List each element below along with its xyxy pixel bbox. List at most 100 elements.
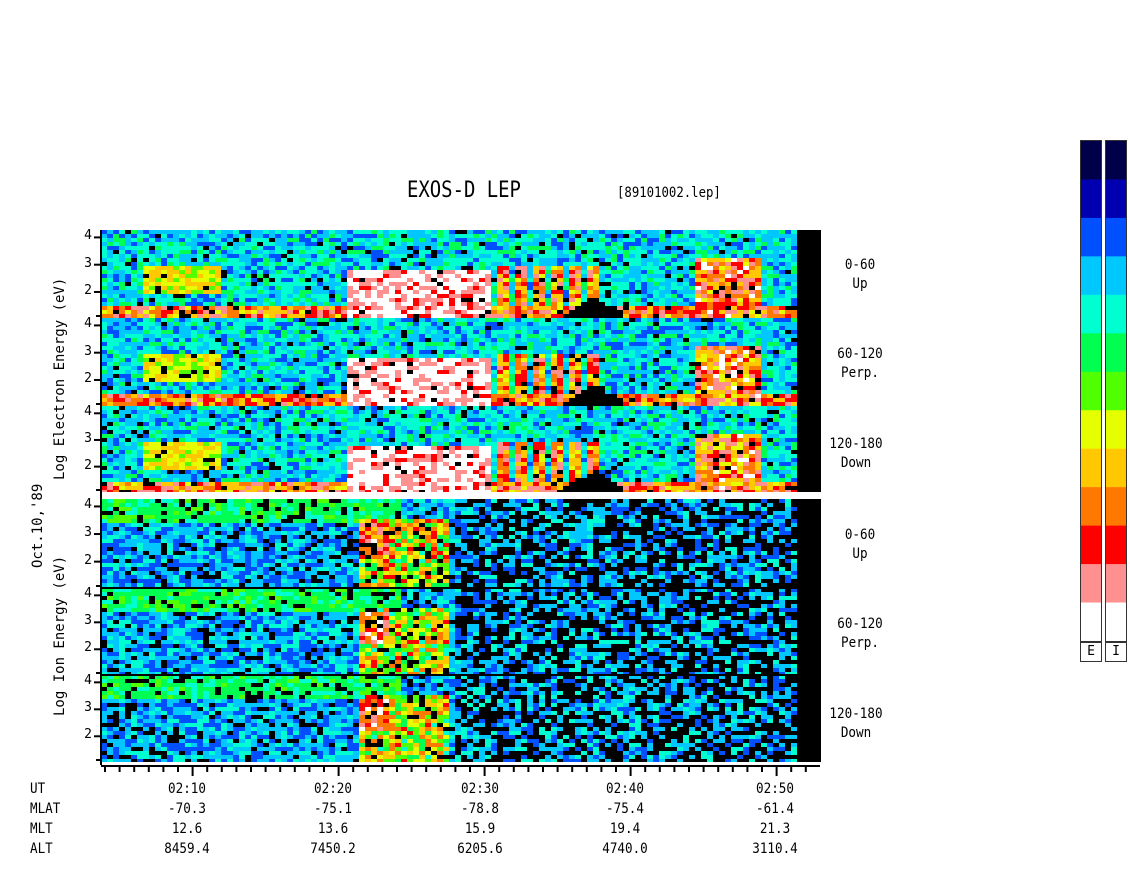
spectrogram-cell	[707, 378, 714, 383]
spectrogram-cell	[653, 318, 660, 323]
spectrogram-cell	[491, 290, 498, 295]
spectrogram-cell	[239, 322, 246, 327]
spectrogram-cell	[725, 310, 732, 315]
spectrogram-cell	[767, 234, 774, 239]
spectrogram-cell	[611, 346, 618, 351]
spectrogram-cell	[371, 262, 378, 267]
spectrogram-cell	[251, 262, 258, 267]
spectrogram-cell	[119, 354, 126, 359]
spectrogram-cell	[695, 238, 702, 243]
spectrogram-cell	[707, 286, 714, 291]
spectrogram-cell	[371, 318, 378, 323]
spectrogram-cell	[131, 350, 138, 355]
spectrogram-cell	[581, 250, 588, 255]
spectrogram-cell	[413, 350, 420, 355]
spectrogram-cell	[473, 258, 480, 263]
spectrogram-cell	[143, 242, 150, 247]
spectrogram-cell	[341, 342, 348, 347]
spectrogram-cell	[341, 294, 348, 299]
spectrogram-cell	[299, 326, 306, 331]
spectrogram-cell	[593, 266, 600, 271]
spectrogram-cell	[149, 342, 156, 347]
spectrogram-cell	[293, 366, 300, 371]
spectrogram-cell	[311, 362, 318, 367]
spectrogram-cell	[815, 294, 821, 299]
spectrogram-cell	[425, 378, 432, 383]
spectrogram-cell	[569, 334, 576, 339]
spectrogram-cell	[635, 366, 642, 371]
spectrogram-cell	[647, 354, 654, 359]
spectrogram-cell	[239, 282, 246, 287]
spectrogram-cell	[779, 306, 786, 311]
spectrogram-cell	[623, 330, 630, 335]
spectrogram-cell	[137, 394, 144, 399]
spectrogram-cell	[725, 290, 732, 295]
spectrogram-cell	[677, 246, 684, 251]
spectrogram-cell	[521, 306, 528, 311]
spectrogram-cell	[701, 286, 708, 291]
spectrogram-cell	[521, 318, 528, 323]
spectrogram-cell	[149, 302, 156, 307]
spectrogram-cell	[803, 290, 810, 295]
spectrogram-cell	[647, 362, 654, 367]
spectrogram-cell	[497, 302, 504, 307]
spectrogram-cell	[629, 290, 636, 295]
spectrogram-cell	[269, 334, 276, 339]
spectrogram-cell	[533, 374, 540, 379]
spectrogram-cell	[119, 230, 126, 235]
spectrogram-cell	[641, 326, 648, 331]
spectrogram-cell	[275, 362, 282, 367]
spectrogram-cell	[341, 362, 348, 367]
spectrogram-cell	[437, 238, 444, 243]
spectrogram-cell	[305, 370, 312, 375]
spectrogram-cell	[335, 354, 342, 359]
spectrogram-cell	[395, 334, 402, 339]
spectrogram-cell	[233, 330, 240, 335]
spectrogram-cell	[779, 286, 786, 291]
spectrogram-cell	[503, 250, 510, 255]
spectrogram-cell	[611, 278, 618, 283]
spectrogram-cell	[341, 322, 348, 327]
spectrogram-cell	[233, 274, 240, 279]
spectrogram-cell	[695, 350, 702, 355]
spectrogram-cell	[293, 234, 300, 239]
spectrogram-cell	[479, 342, 486, 347]
spectrogram-cell	[761, 290, 768, 295]
spectrogram-cell	[215, 290, 222, 295]
spectrogram-cell	[671, 338, 678, 343]
spectrogram-cell	[791, 270, 798, 275]
spectrogram-cell	[323, 374, 330, 379]
spectrogram-cell	[131, 338, 138, 343]
spectrogram-cell	[593, 238, 600, 243]
spectrogram-cell	[551, 234, 558, 239]
spectrogram-cell	[491, 374, 498, 379]
spectrogram-cell	[563, 278, 570, 283]
spectrogram-cell	[323, 338, 330, 343]
spectrogram-cell	[233, 394, 240, 399]
spectrogram-cell	[479, 302, 486, 307]
spectrogram-cell	[359, 294, 366, 299]
spectrogram-cell	[173, 326, 180, 331]
spectrogram-cell	[395, 350, 402, 355]
spectrogram-cell	[653, 358, 660, 363]
spectrogram-cell	[293, 330, 300, 335]
spectrogram-cell	[167, 290, 174, 295]
spectrogram-cell	[629, 342, 636, 347]
spectrogram-cell	[443, 230, 450, 235]
spectrogram-cell	[353, 298, 360, 303]
spectrogram-cell	[419, 358, 426, 363]
spectrogram-cell	[125, 278, 132, 283]
spectrogram-cell	[539, 398, 546, 403]
spectrogram-cell	[725, 366, 732, 371]
spectrogram-cell	[437, 294, 444, 299]
spectrogram-cell	[701, 386, 708, 391]
spectrogram-cell	[755, 282, 762, 287]
spectrogram-cell	[323, 266, 330, 271]
spectrogram-cell	[407, 394, 414, 399]
spectrogram-cell	[593, 390, 600, 395]
spectrogram-cell	[521, 346, 528, 351]
spectrogram-cell	[155, 254, 162, 259]
spectrogram-cell	[719, 294, 726, 299]
spectrogram-cell	[677, 310, 684, 315]
spectrogram-cell	[707, 330, 714, 335]
